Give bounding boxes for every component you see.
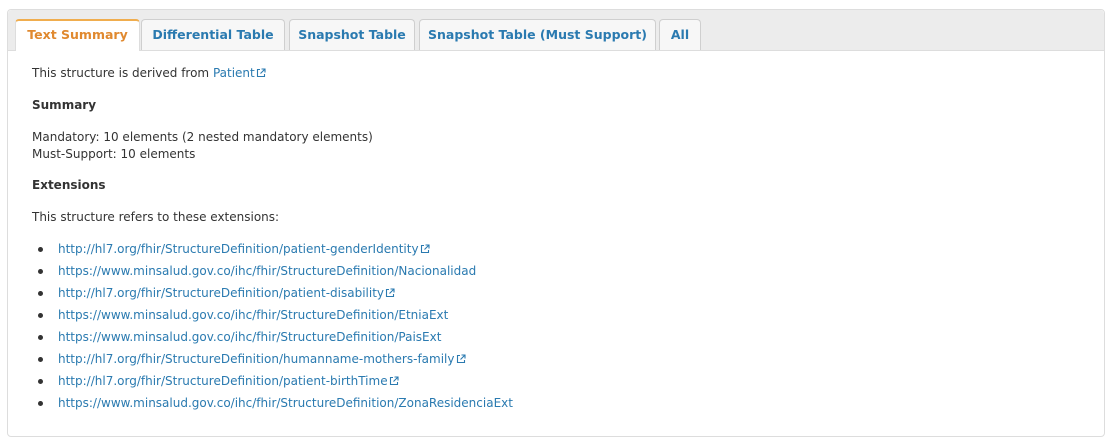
extension-link[interactable]: http://hl7.org/fhir/StructureDefinition/… <box>58 352 466 366</box>
tab-differential-table[interactable]: Differential Table <box>141 19 285 50</box>
external-link-icon <box>420 244 430 254</box>
bullet-icon <box>38 291 43 296</box>
list-item: http://hl7.org/fhir/StructureDefinition/… <box>32 238 513 260</box>
external-link-icon <box>385 288 395 298</box>
extension-link[interactable]: http://hl7.org/fhir/StructureDefinition/… <box>58 374 399 388</box>
mandatory-count: Mandatory: 10 elements (2 nested mandato… <box>32 130 373 144</box>
extensions-list: http://hl7.org/fhir/StructureDefinition/… <box>32 238 513 414</box>
list-item: https://www.minsalud.gov.co/ihc/fhir/Str… <box>32 260 513 282</box>
list-item: https://www.minsalud.gov.co/ihc/fhir/Str… <box>32 326 513 348</box>
list-item: http://hl7.org/fhir/StructureDefinition/… <box>32 370 513 392</box>
list-item: https://www.minsalud.gov.co/ihc/fhir/Str… <box>32 392 513 414</box>
text-summary-panel: Text Summary Differential Table Snapshot… <box>7 9 1105 437</box>
tab-all[interactable]: All <box>659 19 701 50</box>
extensions-intro: This structure refers to these extension… <box>32 210 280 224</box>
list-item: http://hl7.org/fhir/StructureDefinition/… <box>32 282 513 304</box>
extension-link[interactable]: https://www.minsalud.gov.co/ihc/fhir/Str… <box>58 330 441 344</box>
extensions-heading: Extensions <box>32 178 106 192</box>
derived-from-line: This structure is derived from Patient <box>32 66 266 80</box>
extension-link[interactable]: http://hl7.org/fhir/StructureDefinition/… <box>58 286 395 300</box>
derived-from-text: This structure is derived from <box>32 66 213 80</box>
summary-heading: Summary <box>32 98 97 112</box>
bullet-icon <box>38 335 43 340</box>
extension-link[interactable]: https://www.minsalud.gov.co/ihc/fhir/Str… <box>58 396 513 410</box>
tab-text-summary[interactable]: Text Summary <box>15 19 140 51</box>
extension-link[interactable]: https://www.minsalud.gov.co/ihc/fhir/Str… <box>58 264 476 278</box>
external-link-icon <box>256 68 266 78</box>
bullet-icon <box>38 247 43 252</box>
bullet-icon <box>38 379 43 384</box>
extension-link[interactable]: https://www.minsalud.gov.co/ihc/fhir/Str… <box>58 308 448 322</box>
bullet-icon <box>38 269 43 274</box>
list-item: https://www.minsalud.gov.co/ihc/fhir/Str… <box>32 304 513 326</box>
external-link-icon <box>389 376 399 386</box>
tab-bar: Text Summary Differential Table Snapshot… <box>8 10 1104 51</box>
bullet-icon <box>38 401 43 406</box>
tab-snapshot-table[interactable]: Snapshot Table <box>289 19 415 50</box>
patient-link[interactable]: Patient <box>213 66 266 80</box>
tab-snapshot-table-must-support[interactable]: Snapshot Table (Must Support) <box>419 19 656 50</box>
bullet-icon <box>38 313 43 318</box>
bullet-icon <box>38 357 43 362</box>
must-support-count: Must-Support: 10 elements <box>32 147 196 161</box>
extension-link[interactable]: http://hl7.org/fhir/StructureDefinition/… <box>58 242 430 256</box>
list-item: http://hl7.org/fhir/StructureDefinition/… <box>32 348 513 370</box>
external-link-icon <box>456 354 466 364</box>
